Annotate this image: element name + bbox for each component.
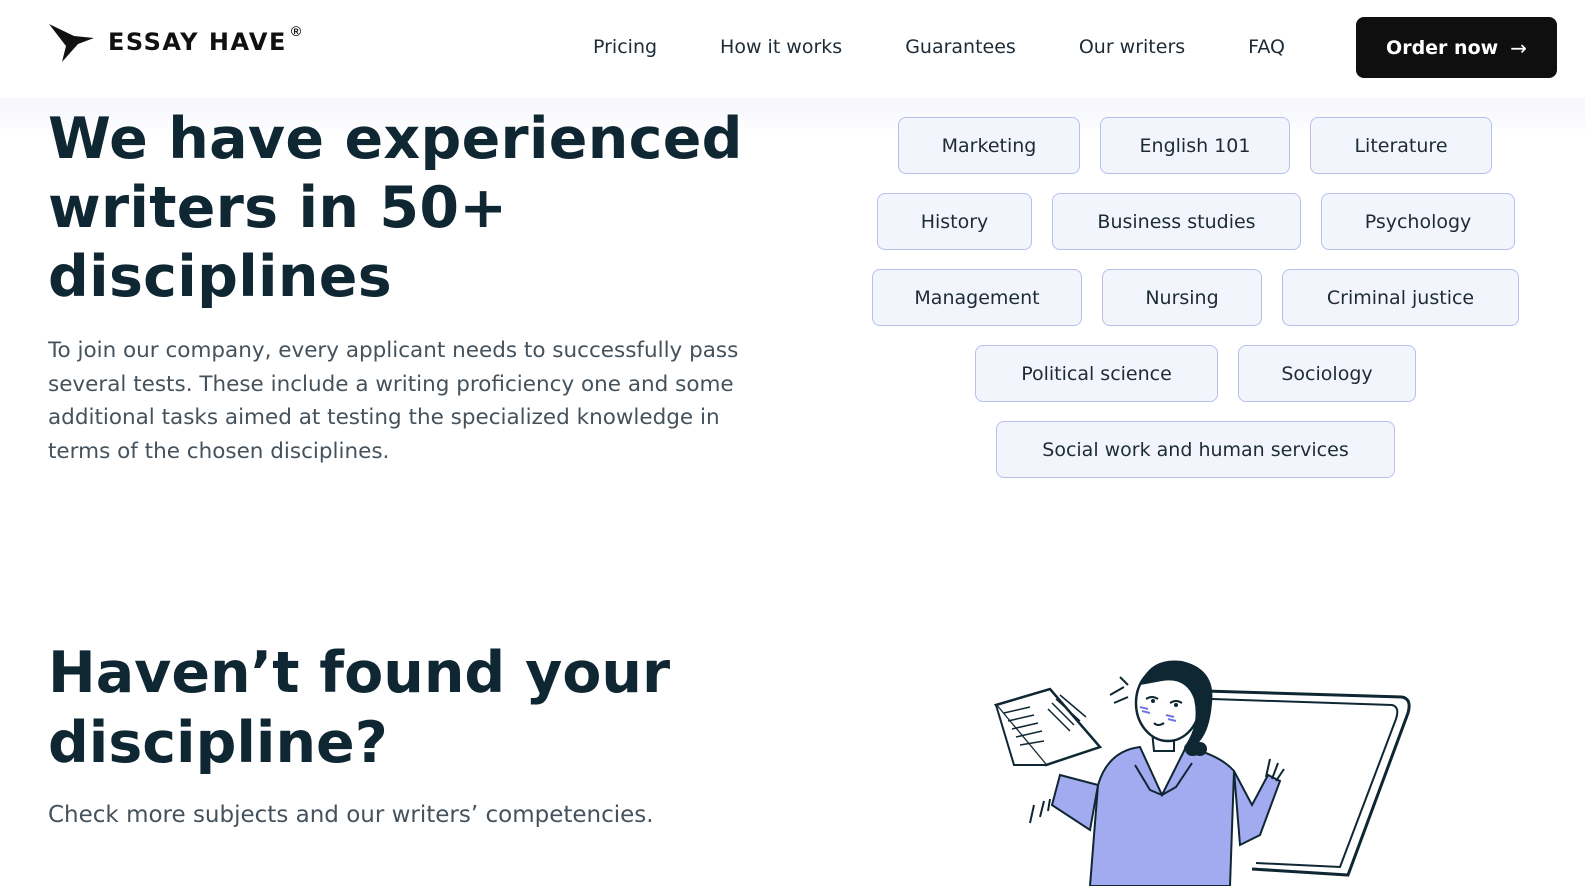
order-now-button[interactable]: Order now → (1356, 17, 1557, 78)
discipline-chip-sociology[interactable]: Sociology (1238, 345, 1416, 402)
nav-pricing[interactable]: Pricing (593, 36, 657, 58)
discipline-chip-english-101[interactable]: English 101 (1100, 117, 1290, 174)
disciplines-heading: We have experienced writers in 50+ disci… (48, 106, 743, 310)
discipline-chip-social-work[interactable]: Social work and human services (996, 421, 1395, 478)
writer-with-book-illustration (993, 660, 1411, 886)
discipline-chip-management[interactable]: Management (872, 269, 1082, 326)
nav-guarantees[interactable]: Guarantees (905, 36, 1016, 58)
arrow-right-icon: → (1510, 35, 1527, 60)
cta-subtitle: Check more subjects and our writers’ com… (48, 802, 654, 828)
registered-mark: ® (290, 23, 302, 39)
cta-heading: Haven’t found your discipline? (48, 640, 671, 776)
logo[interactable]: ESSAY HAVE ® (48, 22, 301, 64)
discipline-chip-political-science[interactable]: Political science (975, 345, 1218, 402)
discipline-chip-psychology[interactable]: Psychology (1321, 193, 1515, 250)
order-now-label: Order now (1386, 36, 1499, 59)
discipline-chip-nursing[interactable]: Nursing (1102, 269, 1262, 326)
nav-our-writers[interactable]: Our writers (1079, 36, 1185, 58)
main-nav: Pricing How it works Guarantees Our writ… (593, 36, 1285, 58)
bird-logo-icon (49, 24, 94, 62)
disciplines-description: To join our company, every applicant nee… (48, 338, 739, 464)
discipline-chip-marketing[interactable]: Marketing (898, 117, 1080, 174)
discipline-chip-literature[interactable]: Literature (1310, 117, 1492, 174)
discipline-chip-history[interactable]: History (877, 193, 1032, 250)
discipline-chip-business-studies[interactable]: Business studies (1052, 193, 1301, 250)
site-header: ESSAY HAVE ® Pricing How it works Guaran… (0, 0, 1585, 98)
nav-faq[interactable]: FAQ (1248, 36, 1285, 58)
logo-text: ESSAY HAVE (108, 28, 287, 56)
nav-how-it-works[interactable]: How it works (720, 36, 842, 58)
discipline-chip-criminal-justice[interactable]: Criminal justice (1282, 269, 1519, 326)
